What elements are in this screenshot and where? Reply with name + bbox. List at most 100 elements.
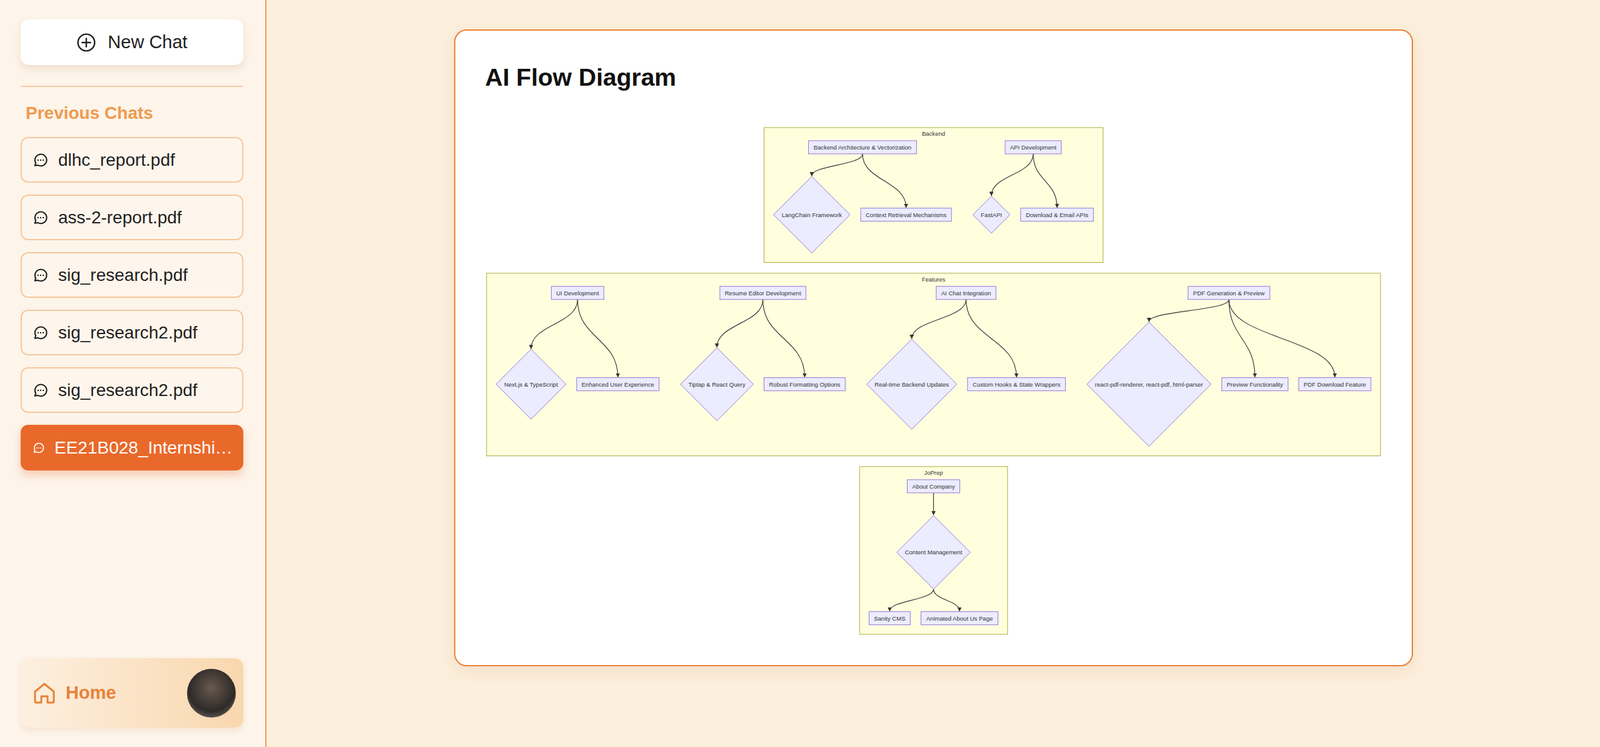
chat-bubble-icon (31, 324, 50, 342)
subgraph-label: Backend (921, 130, 945, 137)
edge-arrow (811, 153, 862, 176)
diagram-node[interactable]: react-pdf-renderer, react-pdf, html-pars… (1086, 322, 1211, 446)
edge-arrow (933, 588, 960, 611)
diagram-node[interactable]: Resume Editor Development (719, 285, 806, 299)
decision-node[interactable] (866, 339, 957, 430)
home-icon (31, 680, 57, 706)
chat-item[interactable]: dlhc_report.pdf (20, 136, 244, 183)
diagram-node[interactable]: PDF Generation & Preview (1187, 285, 1270, 299)
chat-item[interactable]: sig_research2.pdf (20, 367, 244, 413)
edge-arrow (889, 588, 934, 611)
diagram-node[interactable]: Context Retrieval Mechanisms (860, 207, 952, 221)
node-label: UI Development (556, 288, 600, 296)
edge-arrow (1228, 298, 1335, 377)
chat-label: sig_research2.pdf (58, 322, 198, 343)
flow-diagram: Backend Features JoPrep Backend Architectur… (485, 126, 1382, 636)
chat-label: dlhc_report.pdf (58, 150, 176, 171)
decision-node[interactable] (496, 349, 567, 420)
diagram-node[interactable]: AI Chat Integration (935, 285, 996, 299)
process-node[interactable] (868, 611, 911, 625)
subgraph-label: Features (921, 275, 946, 283)
diagram-node[interactable]: Sanity CMS (868, 611, 911, 625)
node-label: Sanity CMS (873, 614, 906, 622)
process-node[interactable] (763, 377, 846, 391)
diagram-title: AI Flow Diagram (485, 61, 1382, 94)
chat-list: dlhc_report.pdf ass-2-report.pdf sig_resea… (20, 136, 244, 471)
decision-node[interactable] (1086, 322, 1211, 446)
edge-arrow (530, 298, 577, 349)
node-label: react-pdf-renderer, react-pdf, html-pars… (1094, 380, 1204, 388)
node-label: About Company (911, 482, 956, 490)
chat-item[interactable]: ass-2-report.pdf (20, 194, 244, 241)
home-button[interactable]: Home (20, 658, 244, 728)
diagram-node[interactable]: Content Management (896, 515, 970, 589)
edge-arrow (861, 153, 906, 208)
subgraph: Backend (763, 127, 1103, 263)
process-node[interactable] (1298, 377, 1371, 391)
decision-node[interactable] (896, 515, 970, 589)
diagram-node[interactable]: PDF Download Feature (1298, 377, 1371, 391)
process-node[interactable] (920, 611, 998, 625)
process-node[interactable] (1020, 207, 1093, 221)
decision-node[interactable] (773, 176, 850, 253)
node-label: Custom Hooks & State Wrappers (972, 380, 1061, 388)
chat-label: sig_research2.pdf (58, 380, 198, 401)
node-label: Animated About Us Page (925, 614, 993, 622)
diagram-card: AI Flow DiagramBackendFeaturesJoPrepBack… (454, 29, 1413, 667)
chat-label: sig_research.pdf (58, 265, 188, 286)
subgraph-label: JoPrep (923, 469, 943, 476)
process-node[interactable] (1187, 285, 1270, 299)
plus-circle-icon (76, 32, 97, 53)
diagram-node[interactable]: Preview Functionality (1221, 377, 1288, 391)
chat-bubble-icon (31, 440, 46, 455)
decision-node[interactable] (972, 195, 1010, 233)
edge-arrow (577, 298, 618, 377)
node-label: Enhanced User Experience (581, 380, 654, 388)
diagram-node[interactable]: Real-time Backend Updates (866, 339, 957, 430)
new-chat-label: New Chat (107, 31, 188, 53)
edge-arrow (716, 298, 763, 347)
chat-item[interactable]: sig_research.pdf (20, 252, 244, 298)
diagram-node[interactable]: Animated About Us Page (920, 611, 998, 625)
process-node[interactable] (719, 285, 806, 299)
node-label: Tiptap & React Query (688, 380, 746, 388)
diagram-node[interactable]: Custom Hooks & State Wrappers (967, 377, 1065, 391)
node-label: Real-time Backend Updates (874, 380, 949, 388)
process-node[interactable] (551, 285, 604, 299)
process-node[interactable] (860, 207, 952, 221)
chat-bubble-icon (31, 381, 50, 400)
edge-arrow (965, 298, 1017, 377)
process-node[interactable] (967, 377, 1065, 391)
diagram-node[interactable]: UI Development (551, 285, 604, 299)
process-node[interactable] (576, 377, 659, 391)
new-chat-button[interactable]: New Chat (20, 19, 244, 66)
diagram-node[interactable]: About Company (906, 479, 960, 493)
diagram-node[interactable]: Backend Architecture & Vectorization (808, 140, 917, 154)
chat-bubble-icon (31, 151, 50, 169)
process-node[interactable] (808, 140, 917, 154)
process-node[interactable] (1004, 140, 1061, 154)
chat-item[interactable]: EE21B028_Internshi… (20, 424, 244, 471)
node-label: PDF Generation & Preview (1192, 288, 1265, 296)
chat-item[interactable]: sig_research2.pdf (20, 309, 244, 356)
diagram-node[interactable]: Robust Formatting Options (763, 377, 846, 391)
diagram-node[interactable]: API Development (1004, 140, 1061, 154)
process-node[interactable] (935, 285, 996, 299)
node-label: Context Retrieval Mechanisms (865, 210, 946, 218)
avatar[interactable] (187, 668, 236, 718)
diagram-node[interactable]: Download & Email APIs (1020, 207, 1093, 221)
diagram-node[interactable]: Tiptap & React Query (679, 347, 753, 421)
edge-arrow (932, 492, 934, 515)
diagram: Backend Features JoPrep Backend Architectur… (485, 126, 1382, 636)
decision-node[interactable] (679, 347, 753, 421)
process-node[interactable] (1221, 377, 1288, 391)
diagram-node[interactable]: Next.js & TypeScript (496, 349, 567, 420)
chat-bubble-icon (31, 208, 50, 227)
diagram-node[interactable]: FastAPI (972, 195, 1010, 233)
chat-bubble-icon (31, 266, 50, 284)
diagram-node[interactable]: LangChain Framework (773, 176, 850, 253)
node-label: Content Management (904, 548, 963, 556)
node-label: LangChain Framework (781, 210, 842, 218)
diagram-node[interactable]: Enhanced User Experience (576, 377, 659, 391)
process-node[interactable] (906, 479, 960, 493)
